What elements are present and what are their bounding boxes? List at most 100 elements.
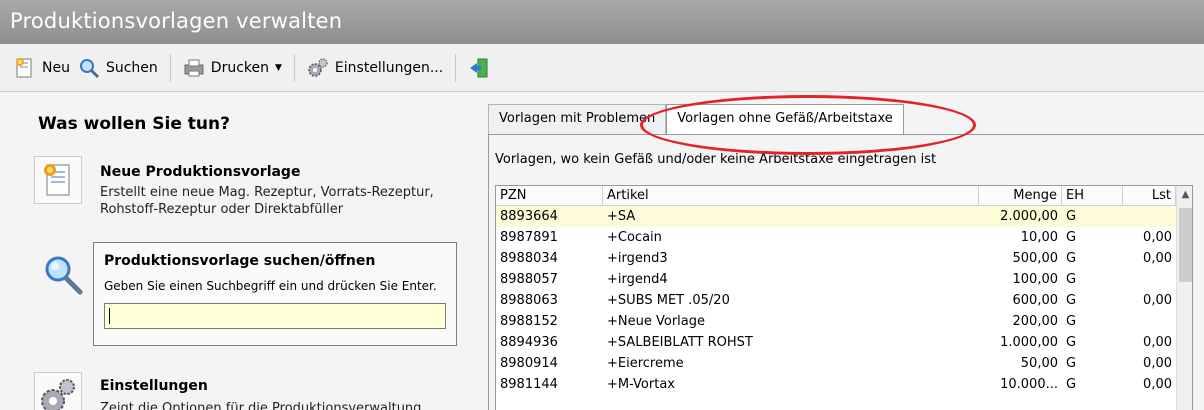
scroll-thumb[interactable]	[1179, 208, 1192, 282]
search-label: Suchen	[105, 59, 158, 76]
new-template-desc-2: Rohstoff-Rezeptur oder Direktabfüller	[100, 202, 344, 217]
magnifier-icon	[78, 57, 100, 79]
cell-lst: 0,00	[1143, 377, 1172, 392]
settings-label: Einstellungen...	[334, 59, 444, 76]
search-button[interactable]: Suchen	[74, 52, 162, 84]
chevron-down-icon[interactable]: ▼	[275, 63, 282, 73]
exit-button[interactable]	[464, 52, 500, 84]
cell-pzn: 8981144	[500, 377, 558, 392]
cell-artikel: +Neue Vorlage	[607, 314, 705, 329]
cell-artikel: +SALBEIBLATT ROHST	[607, 335, 753, 350]
cell-menge: 50,00	[1020, 356, 1058, 371]
cell-menge: 2.000,00	[1000, 209, 1058, 224]
cell-menge: 10,00	[1020, 230, 1058, 245]
cell-eh: G	[1066, 251, 1077, 266]
toolbar-separator	[169, 53, 171, 82]
column-header-menge[interactable]: Menge	[979, 186, 1062, 206]
cell-pzn: 8988057	[500, 272, 558, 287]
cell-pzn: 8893664	[500, 209, 558, 224]
cell-menge: 600,00	[1012, 293, 1059, 308]
gears-icon	[307, 57, 329, 79]
toolbar-separator	[455, 53, 457, 82]
cell-eh: G	[1066, 335, 1077, 350]
settings-title[interactable]: Einstellungen	[100, 378, 208, 394]
cell-lst	[1123, 206, 1176, 227]
table-row[interactable]: 8988152 +Neue Vorlage 200,00 G	[496, 311, 1176, 332]
new-document-icon[interactable]	[34, 156, 82, 204]
tab-templates-with-problems[interactable]: Vorlagen mit Problemen	[488, 104, 667, 134]
window-title: Produktionsvorlagen verwalten	[0, 0, 1204, 44]
table-row[interactable]: 8894936 +SALBEIBLATT ROHST 1.000,00 G 0,…	[496, 332, 1176, 353]
cell-menge: 500,00	[1012, 251, 1059, 266]
cell-lst: 0,00	[1143, 293, 1172, 308]
cell-menge: 200,00	[1012, 314, 1059, 329]
table-row[interactable]: 8987891 +Cocain 10,00 G 0,00	[496, 227, 1176, 248]
tab-bar: Vorlagen mit Problemen Vorlagen ohne Gef…	[488, 104, 904, 134]
exit-door-icon	[468, 57, 490, 79]
toolbar: Neu Suchen Drucken ▼ Einstellungen...	[0, 44, 1204, 92]
cell-artikel: +SA	[607, 209, 636, 224]
cell-pzn: 8988063	[500, 293, 558, 308]
column-header-artikel[interactable]: Artikel	[603, 186, 979, 206]
tab-templates-without-vessel[interactable]: Vorlagen ohne Gefäß/Arbeitstaxe	[666, 104, 904, 134]
scroll-up-icon[interactable]: ▲	[1177, 186, 1192, 204]
panel-description: Vorlagen, wo kein Gefäß und/oder keine A…	[495, 152, 937, 167]
cell-pzn: 8987891	[500, 230, 558, 245]
new-label: Neu	[42, 59, 70, 76]
cell-artikel: +irgend4	[607, 272, 668, 287]
cell-menge: 1.000,00	[1000, 335, 1058, 350]
cell-artikel: +Eiercreme	[607, 356, 684, 371]
cell-eh: G	[1066, 314, 1077, 329]
templates-table: PZN Artikel Menge EH Lst 8893664 +SA 2.0…	[495, 185, 1193, 410]
cell-pzn: 8988152	[500, 314, 558, 329]
cell-artikel: +Cocain	[607, 230, 662, 245]
tab-content: Vorlagen, wo kein Gefäß und/oder keine A…	[488, 134, 1204, 410]
printer-icon	[183, 57, 205, 79]
table-row[interactable]: 8988057 +irgend4 100,00 G	[496, 269, 1176, 290]
cell-pzn: 8980914	[500, 356, 558, 371]
new-button[interactable]: Neu	[10, 52, 74, 84]
cell-eh: G	[1066, 356, 1077, 371]
search-template-box: Produktionsvorlage suchen/öffnen Geben S…	[93, 242, 457, 346]
toolbar-separator	[293, 53, 295, 82]
cell-pzn: 8894936	[500, 335, 558, 350]
cell-eh: G	[1066, 272, 1077, 287]
new-document-icon	[14, 57, 36, 79]
cell-eh: G	[1066, 230, 1077, 245]
new-template-desc-1: Erstellt eine neue Mag. Rezeptur, Vorrat…	[100, 185, 434, 200]
print-label: Drucken	[210, 59, 269, 76]
cell-eh: G	[1066, 377, 1077, 392]
settings-button[interactable]: Einstellungen...	[303, 52, 447, 84]
table-row[interactable]: 8988063 +SUBS MET .05/20 600,00 G 0,00	[496, 290, 1176, 311]
column-header-eh[interactable]: EH	[1062, 186, 1123, 206]
cell-menge: 10.000...	[1000, 377, 1058, 392]
search-input[interactable]	[104, 303, 446, 329]
table-row[interactable]: 8981144 +M-Vortax 10.000... G 0,00	[496, 374, 1176, 395]
cell-artikel: +irgend3	[607, 251, 668, 266]
vertical-scrollbar[interactable]: ▲	[1176, 186, 1192, 410]
table-row[interactable]: 8893664 +SA 2.000,00 G	[496, 206, 1176, 227]
search-template-desc: Geben Sie einen Suchbegriff ein und drüc…	[104, 279, 437, 293]
magnifier-icon[interactable]	[40, 252, 86, 302]
column-header-pzn[interactable]: PZN	[496, 186, 603, 206]
cell-lst	[1123, 311, 1176, 332]
settings-desc: Zeigt die Optionen für die Produktionsve…	[100, 401, 422, 410]
cell-lst: 0,00	[1143, 335, 1172, 350]
cell-eh: G	[1066, 209, 1077, 224]
cell-lst	[1123, 269, 1176, 290]
cell-lst: 0,00	[1143, 230, 1172, 245]
cell-eh: G	[1066, 293, 1077, 308]
cell-lst: 0,00	[1143, 356, 1172, 371]
cell-lst: 0,00	[1143, 251, 1172, 266]
column-header-lst[interactable]: Lst	[1123, 186, 1176, 206]
gears-icon[interactable]	[34, 372, 82, 410]
cell-artikel: +M-Vortax	[607, 377, 675, 392]
text-cursor	[109, 308, 110, 324]
table-header: PZN Artikel Menge EH Lst	[496, 186, 1176, 206]
table-row[interactable]: 8988034 +irgend3 500,00 G 0,00	[496, 248, 1176, 269]
table-row[interactable]: 8980914 +Eiercreme 50,00 G 0,00	[496, 353, 1176, 374]
action-panel: Was wollen Sie tun? Neue Produktionsvorl…	[0, 92, 478, 410]
new-template-title[interactable]: Neue Produktionsvorlage	[100, 164, 300, 180]
search-template-title: Produktionsvorlage suchen/öffnen	[104, 253, 376, 269]
print-button[interactable]: Drucken ▼	[179, 52, 286, 84]
